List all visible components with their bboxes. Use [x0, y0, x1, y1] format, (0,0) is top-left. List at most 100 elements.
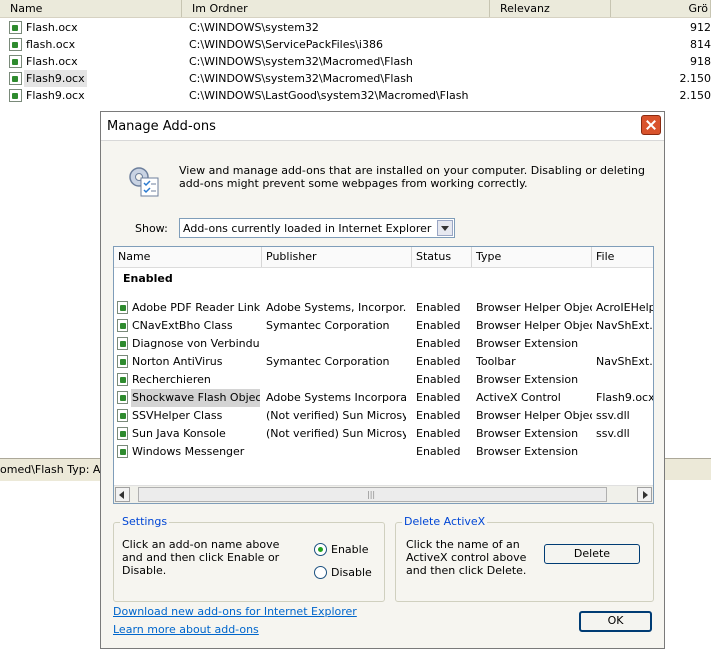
result-size: 918 [690, 55, 711, 68]
result-size: 2.150 [679, 72, 711, 85]
addon-row[interactable]: Adobe PDF Reader Link... Adobe Systems, … [114, 299, 653, 317]
addon-publisher: (Not verified) Sun Microsy... [266, 427, 406, 440]
addon-icon [117, 337, 128, 350]
addon-publisher: Adobe Systems Incorpora... [266, 391, 406, 404]
enable-radio[interactable]: Enable [314, 543, 384, 557]
addons-list-header: Name Publisher Status Type File [114, 247, 653, 268]
result-row[interactable]: Flash.ocx C:\WINDOWS\system32 912 [0, 19, 711, 36]
addon-file: ssv.dll [596, 427, 630, 440]
result-name: Flash9.ocx [26, 89, 85, 102]
addon-icon [117, 427, 128, 440]
result-row[interactable]: Flash9.ocx C:\WINDOWS\system32\Macromed\… [0, 70, 711, 87]
horizontal-scrollbar[interactable] [114, 485, 653, 503]
download-addons-link[interactable]: Download new add-ons for Internet Explor… [113, 605, 357, 618]
addon-name: Windows Messenger [132, 445, 245, 458]
result-row[interactable]: Flash.ocx C:\WINDOWS\system32\Macromed\F… [0, 53, 711, 70]
status-text: omed\Flash Typ: Act [0, 463, 111, 476]
addon-type: Browser Extension [476, 445, 579, 458]
addon-status: Enabled [416, 319, 461, 332]
addon-row[interactable]: Sun Java Konsole (Not verified) Sun Micr… [114, 425, 653, 443]
addon-row[interactable]: Recherchieren Enabled Browser Extension [114, 371, 653, 389]
column-folder[interactable]: Im Ordner [182, 0, 490, 17]
scrollbar-thumb[interactable] [138, 487, 607, 502]
addon-row[interactable]: Norton AntiVirus Symantec Corporation En… [114, 353, 653, 371]
background-pane [665, 480, 711, 649]
results-column-header: Name Im Ordner Relevanz Grö [0, 0, 711, 18]
show-dropdown-value: Add-ons currently loaded in Internet Exp… [183, 222, 432, 235]
ok-button[interactable]: OK [579, 611, 652, 632]
column-file[interactable]: File [592, 247, 653, 267]
addon-type: Browser Helper Object [476, 301, 592, 314]
addons-list[interactable]: Name Publisher Status Type File Enabled … [113, 246, 654, 504]
scroll-left-icon[interactable] [115, 487, 130, 502]
addon-type: ActiveX Control [476, 391, 561, 404]
addon-publisher: (Not verified) Sun Microsy... [266, 409, 406, 422]
addon-type: Browser Helper Object [476, 409, 592, 422]
addon-status: Enabled [416, 355, 461, 368]
chevron-down-icon[interactable] [437, 220, 453, 236]
settings-description: Click an add-on name above and and then … [122, 538, 280, 577]
result-name: Flash.ocx [26, 55, 78, 68]
settings-title: Settings [120, 515, 170, 528]
column-status[interactable]: Status [412, 247, 472, 267]
addon-status: Enabled [416, 373, 461, 386]
addon-status: Enabled [416, 391, 461, 404]
column-type[interactable]: Type [472, 247, 592, 267]
addon-name: SSVHelper Class [132, 409, 223, 422]
result-row[interactable]: flash.ocx C:\WINDOWS\ServicePackFiles\i3… [0, 36, 711, 53]
disable-radio[interactable]: Disable [314, 566, 384, 580]
addon-row[interactable]: SSVHelper Class (Not verified) Sun Micro… [114, 407, 653, 425]
addon-icon [117, 409, 128, 422]
show-dropdown[interactable]: Add-ons currently loaded in Internet Exp… [179, 218, 455, 238]
addon-publisher: Adobe Systems, Incorpor... [266, 301, 406, 314]
addon-icon [117, 301, 128, 314]
settings-group: Settings Click an add-on name above and … [113, 515, 385, 602]
result-folder: C:\WINDOWS\system32\Macromed\Flash [189, 55, 413, 68]
column-size[interactable]: Grö [611, 0, 711, 17]
file-icon [9, 72, 22, 85]
disable-label: Disable [331, 566, 372, 579]
addon-icon [117, 319, 128, 332]
addon-type: Browser Extension [476, 337, 579, 350]
addon-row[interactable]: Diagnose von Verbindu... Enabled Browser… [114, 335, 653, 353]
addon-status: Enabled [416, 445, 461, 458]
addon-name: Norton AntiVirus [132, 355, 223, 368]
show-label: Show: [135, 222, 168, 235]
addon-row[interactable]: Windows Messenger Enabled Browser Extens… [114, 443, 653, 461]
addons-gear-icon [129, 167, 159, 197]
delete-activex-description: Click the name of an ActiveX control abo… [406, 538, 527, 577]
column-name[interactable]: Name [0, 0, 182, 17]
addon-row[interactable]: CNavExtBho Class Symantec Corporation En… [114, 317, 653, 335]
addon-type: Browser Extension [476, 373, 579, 386]
addon-icon [117, 391, 128, 404]
addon-file: NavShExt.dl [596, 355, 653, 368]
addon-status: Enabled [416, 301, 461, 314]
learn-more-link[interactable]: Learn more about add-ons [113, 623, 259, 636]
addon-name: CNavExtBho Class [132, 319, 233, 332]
intro-text: View and manage add-ons that are install… [179, 164, 645, 190]
file-icon [9, 21, 22, 34]
addon-icon [117, 373, 128, 386]
manage-addons-dialog: Manage Add-ons View and manage add-ons t… [100, 111, 665, 649]
close-icon[interactable] [641, 115, 661, 135]
addon-file: AcroIEHelpe [596, 301, 653, 314]
column-publisher[interactable]: Publisher [262, 247, 412, 267]
column-relevance[interactable]: Relevanz [490, 0, 611, 17]
enable-label: Enable [331, 543, 369, 556]
addon-icon [117, 355, 128, 368]
result-name: flash.ocx [26, 38, 76, 51]
scroll-right-icon[interactable] [637, 487, 652, 502]
result-size: 814 [690, 38, 711, 51]
column-name[interactable]: Name [114, 247, 262, 267]
result-row[interactable]: Flash9.ocx C:\WINDOWS\LastGood\system32\… [0, 87, 711, 104]
file-icon [9, 89, 22, 102]
addon-status: Enabled [416, 337, 461, 350]
delete-button[interactable]: Delete [544, 544, 640, 564]
addon-type: Browser Helper Object [476, 319, 592, 332]
file-icon [9, 55, 22, 68]
addon-publisher: Symantec Corporation [266, 355, 390, 368]
addon-row-selected[interactable]: Shockwave Flash Object Adobe Systems Inc… [114, 389, 653, 407]
addon-file: ssv.dll [596, 409, 630, 422]
addon-publisher: Symantec Corporation [266, 319, 390, 332]
dialog-titlebar[interactable]: Manage Add-ons [101, 112, 664, 141]
